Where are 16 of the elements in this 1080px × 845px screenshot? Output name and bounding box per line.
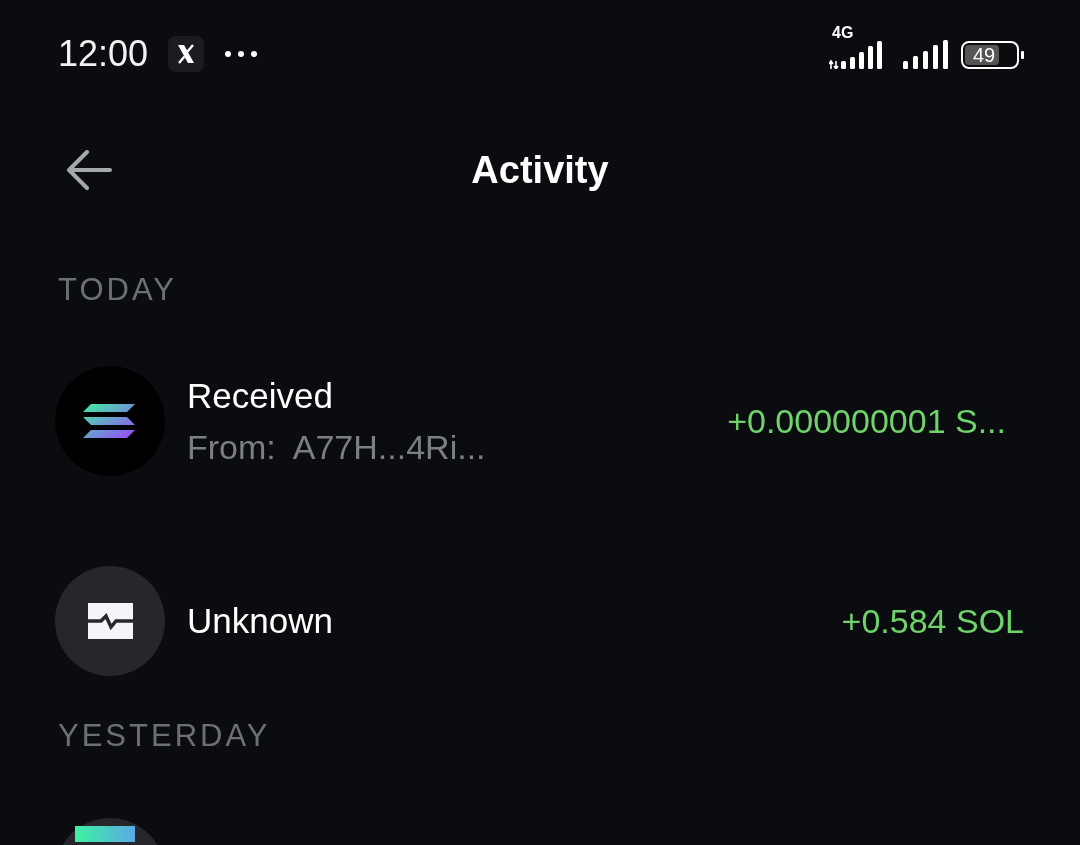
page-title: Activity: [471, 148, 609, 192]
x-logo-icon: [168, 36, 205, 72]
activity-icon: [55, 566, 165, 676]
transaction-sender: From: A77H...4Ri...: [187, 427, 487, 467]
status-time: 12:00: [58, 33, 149, 75]
signal-icon: [903, 39, 949, 69]
more-icon: [224, 50, 259, 58]
transaction-amount: +0.000000001 S...: [727, 401, 1006, 441]
transaction-amount: +0.584 SOL: [841, 601, 1024, 641]
back-arrow-icon[interactable]: [66, 150, 112, 190]
section-header: YESTERDAY: [58, 718, 272, 754]
token-logo-icon: [55, 366, 165, 476]
section-header: TODAY: [58, 272, 178, 308]
network-type: 4G: [832, 25, 854, 41]
transaction-title: Received: [187, 375, 334, 416]
transaction-title: Unknown: [187, 601, 334, 641]
